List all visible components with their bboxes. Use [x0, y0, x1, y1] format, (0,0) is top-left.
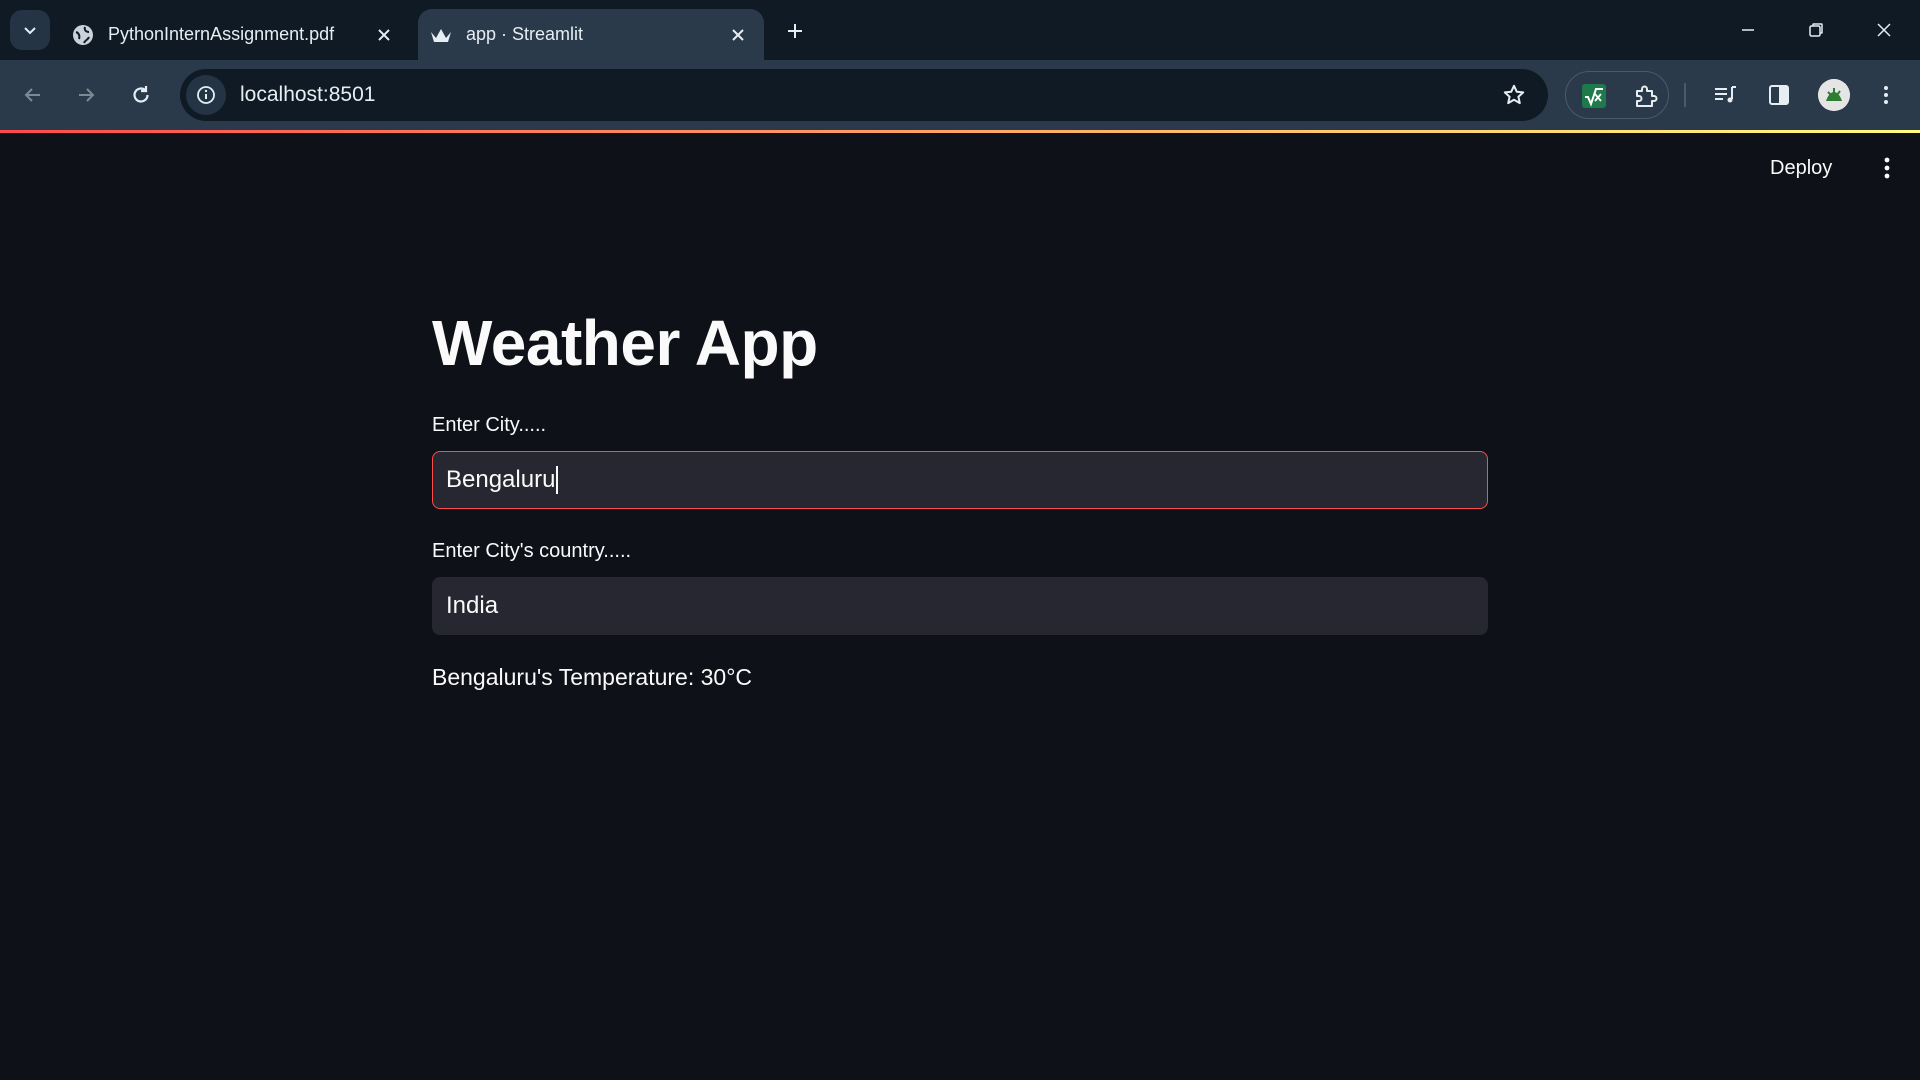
back-button[interactable]: [13, 75, 53, 115]
tab-pdf[interactable]: PythonInternAssignment.pdf: [60, 9, 410, 60]
extensions-group: [1565, 71, 1669, 119]
tab-search-button[interactable]: [10, 10, 50, 50]
city-input[interactable]: Bengaluru: [432, 451, 1488, 509]
app-header: Deploy: [0, 133, 1920, 203]
arrow-right-icon: [79, 88, 95, 102]
forward-button[interactable]: [66, 75, 106, 115]
reload-button[interactable]: [121, 75, 161, 115]
deploy-button[interactable]: Deploy: [1770, 150, 1832, 186]
page-title: Weather App: [432, 307, 818, 379]
tab-title: app · Streamlit: [466, 24, 584, 44]
profile-avatar[interactable]: [1818, 79, 1850, 111]
tab-streamlit-app[interactable]: app · Streamlit: [418, 9, 764, 60]
minimize-button[interactable]: [1724, 10, 1772, 50]
restore-icon: [1809, 23, 1823, 37]
site-info-icon[interactable]: [186, 75, 226, 115]
tab-title: PythonInternAssignment.pdf: [108, 24, 335, 44]
arrow-left-icon: [24, 88, 40, 102]
globe-icon: [72, 24, 94, 46]
plus-icon: [788, 24, 802, 38]
close-window-button[interactable]: [1860, 10, 1908, 50]
side-panel-icon[interactable]: [1759, 75, 1799, 115]
media-controls-icon[interactable]: [1705, 75, 1745, 115]
url-text[interactable]: localhost:8501: [240, 83, 1494, 107]
browser-menu-icon[interactable]: [1866, 75, 1906, 115]
chevron-down-icon: [24, 27, 36, 35]
more-vertical-icon: [1884, 157, 1890, 179]
extension-sqrt-icon[interactable]: [1574, 76, 1614, 116]
reload-icon: [133, 86, 149, 103]
city-label: Enter City.....: [432, 414, 547, 436]
country-label: Enter City's country.....: [432, 540, 632, 562]
extensions-puzzle-icon[interactable]: [1626, 76, 1666, 116]
city-input-value: Bengaluru: [446, 466, 556, 493]
text-cursor: [556, 466, 559, 494]
toolbar-divider: [1684, 83, 1686, 107]
bookmark-star-icon[interactable]: [1494, 75, 1534, 115]
streamlit-crown-icon: [430, 24, 452, 46]
close-icon[interactable]: [370, 21, 398, 49]
browser-tabstrip: PythonInternAssignment.pdf app · Streaml…: [0, 0, 1920, 60]
minimize-icon: [1742, 29, 1754, 31]
close-icon: [1877, 23, 1891, 37]
main-menu-button[interactable]: [1870, 150, 1904, 186]
address-bar[interactable]: localhost:8501: [180, 69, 1548, 121]
browser-toolbar: localhost:8501: [0, 60, 1920, 130]
country-input-value: India: [446, 592, 499, 619]
restore-button[interactable]: [1792, 10, 1840, 50]
close-icon[interactable]: [724, 21, 752, 49]
new-tab-button[interactable]: [778, 14, 812, 48]
country-input[interactable]: India: [432, 577, 1488, 635]
temperature-result: Bengaluru's Temperature: 30°C: [432, 664, 753, 690]
